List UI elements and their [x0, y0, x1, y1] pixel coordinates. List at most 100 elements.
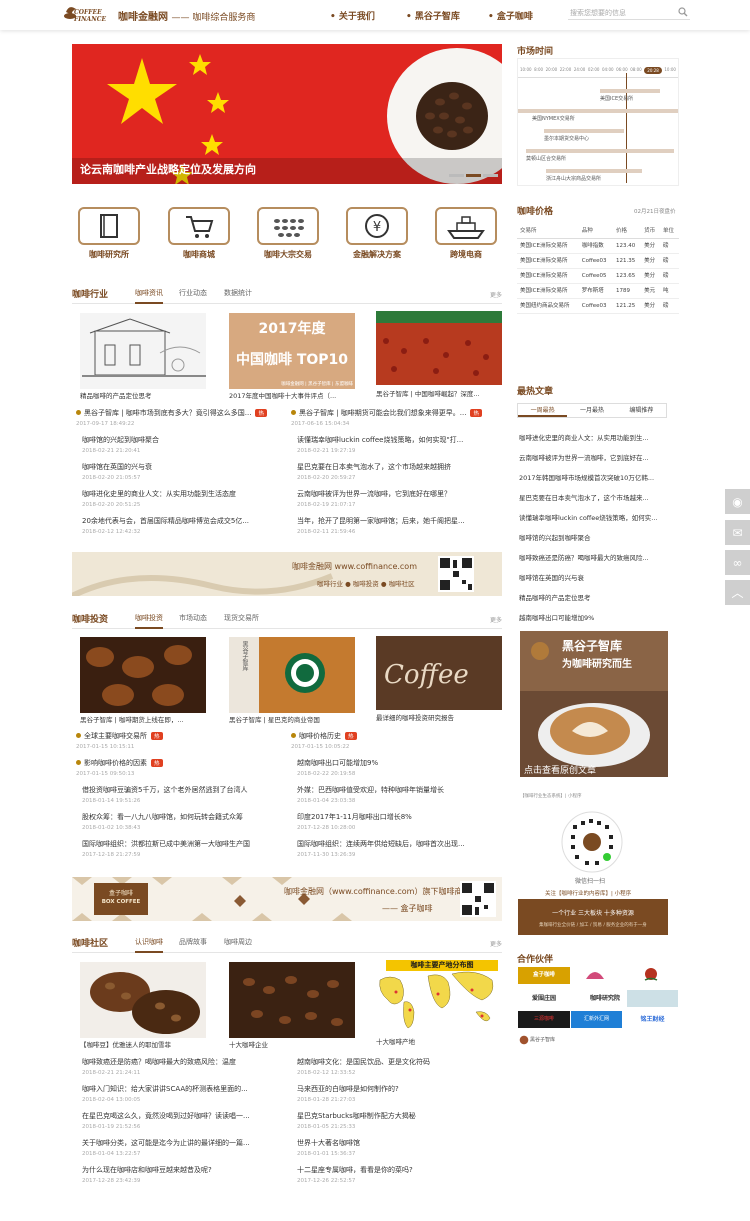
list-item[interactable]: 咖啡馆的兴起到咖啡聚合 2018-02-21 21:20:41: [82, 435, 282, 454]
tab-spot-exchange[interactable]: 现货交易所: [224, 613, 259, 623]
list-item[interactable]: 外媒：巴西咖啡值受欢迎，特种咖啡年销量增长 2018-01-04 23:03:38: [297, 785, 497, 804]
hot-article-link[interactable]: 星巴克要在日本卖气泡水了，这个市场越来...: [519, 492, 667, 502]
article-caption[interactable]: 十大咖啡产地: [376, 1036, 506, 1046]
miniprogram-banner[interactable]: 一个行业 三大板块 十多种资源 集咖啡行业全价链 / 加工 / 贸易 / 服务企…: [518, 899, 668, 935]
list-item[interactable]: 印度2017年1-11月咖啡出口增长8% 2017-12-28 10:28:00: [297, 812, 497, 831]
list-item[interactable]: 全球主要咖啡交易所热 2017-01-15 10:15:11: [76, 731, 276, 750]
list-item[interactable]: 股权众筹：看一八九八咖啡馆，如何玩转会籍式众筹 2018-01-02 10:38:…: [82, 812, 282, 831]
hot-article-link[interactable]: 精品咖啡的产品定位思考: [519, 592, 667, 602]
partner-logo[interactable]: [627, 990, 678, 1007]
list-item[interactable]: 黑谷子智库 | 咖啡市场到底有多大？竟引得这么多国... 热 2017-09-17 …: [76, 408, 276, 427]
list-item[interactable]: 国际咖啡组织：洪都拉斯已成中美洲第一大咖啡生产国 2017-12-18 21:27…: [82, 839, 282, 858]
partner-logo[interactable]: 三源咖啡: [518, 1011, 570, 1028]
tab-market-trends[interactable]: 市场动态: [179, 613, 207, 623]
partner-logo[interactable]: [641, 966, 661, 986]
hot-article-link[interactable]: 2017年韩国咖啡市场规模首次突破10万亿韩...: [519, 472, 667, 482]
tab-coffee-news[interactable]: 咖啡资讯: [135, 288, 163, 304]
carousel-dot[interactable]: [483, 174, 498, 177]
banner-carousel[interactable]: 论云南咖啡产业战略定位及发展方向: [72, 44, 502, 184]
tab-coffee-merch[interactable]: 咖啡周边: [224, 937, 252, 947]
list-item[interactable]: 云南咖啡被评为世界一流咖啡，它到底好在哪里？ 2018-02-19 21:07:1…: [297, 489, 497, 508]
article-image[interactable]: [80, 313, 206, 389]
list-item[interactable]: 读懂瑞幸咖啡luckin coffee烧钱策略，如何实现"打... 2018-02…: [297, 435, 497, 454]
hot-article-link[interactable]: 咖啡馆的兴起到咖啡聚合: [519, 532, 667, 542]
partner-logo[interactable]: 盒子咖啡: [518, 967, 570, 984]
list-item[interactable]: 星巴克Starbucks咖啡制作配方大揭秘 2018-01-05 21:25:33: [297, 1111, 497, 1130]
article-image[interactable]: Coffee: [376, 636, 502, 710]
search-icon[interactable]: [678, 7, 688, 17]
list-item[interactable]: 咖啡入门知识：给大家讲讲SCAA的杯测表格里面的... 2018-02-04 13…: [82, 1084, 282, 1103]
search-input[interactable]: 搜索您想要的信息: [568, 4, 690, 20]
article-image[interactable]: [80, 637, 206, 713]
tab-month-hot[interactable]: 一月最热: [567, 404, 616, 417]
nav-box-coffee[interactable]: • 盒子咖啡: [488, 9, 533, 22]
article-image[interactable]: [376, 311, 502, 385]
list-item[interactable]: 国际咖啡组织：连续两年供给短缺后，咖啡首次出现... 2017-11-30 13:…: [297, 839, 497, 858]
category-finance[interactable]: ¥ 金融解决方案: [344, 207, 410, 260]
carousel-indicators[interactable]: [449, 174, 498, 177]
article-caption[interactable]: 黑谷子智库 | 星巴克的商业帝国: [229, 714, 359, 724]
coffee-finance-logo[interactable]: COFFEE FINANCE: [62, 2, 112, 26]
tab-week-hot[interactable]: 一周最热: [518, 404, 568, 417]
list-item[interactable]: 关于咖啡分类，这可能是迄今为止讲的最详细的一篇... 2018-01-04 13:…: [82, 1138, 282, 1157]
nav-about[interactable]: • 关于我们: [330, 9, 375, 22]
article-image[interactable]: [229, 962, 355, 1038]
list-item[interactable]: 影响咖啡价格的因素热 2017-01-15 09:50:13: [76, 758, 276, 777]
category-mall[interactable]: 咖啡商城: [166, 207, 232, 260]
list-item[interactable]: 越南咖啡文化：是国民饮品、更是文化符码 2018-02-12 12:33:52: [297, 1057, 497, 1076]
tab-industry-trends[interactable]: 行业动态: [179, 288, 207, 298]
hot-article-link[interactable]: 咖啡进化史里的商业人文：从实用功能到生...: [519, 432, 667, 442]
article-caption[interactable]: 十大咖啡企业: [229, 1039, 359, 1049]
back-to-top-button[interactable]: ︿: [725, 580, 750, 605]
hot-article-link[interactable]: 咖啡致癌还是防癌？喝咖啡最大的致癌风险...: [519, 552, 667, 562]
hot-article-link[interactable]: 云南咖啡被评为世界一流咖啡，它到底好在...: [519, 452, 667, 462]
weibo-share-button[interactable]: ◉: [725, 489, 750, 514]
partner-logo[interactable]: 铭王财经: [627, 1011, 678, 1028]
partner-logo[interactable]: 咖啡研究院: [576, 990, 634, 1007]
tab-investment[interactable]: 咖啡投资: [135, 613, 163, 629]
tab-brand-stories[interactable]: 品牌故事: [179, 937, 207, 947]
list-item[interactable]: 咖啡价格历史热 2017-01-15 10:05:22: [291, 731, 491, 750]
article-image[interactable]: 咖啡主要产地分布图: [376, 960, 502, 1034]
category-research[interactable]: 咖啡研究所: [76, 207, 142, 260]
promo-banner[interactable]: 黑谷子智库 为咖啡研究而生 点击查看原创文章: [520, 631, 668, 777]
list-item[interactable]: 当年，抢开了昆明第一家咖啡馆；后来，她千阁把星... 2018-02-11 21:…: [297, 516, 497, 535]
more-link[interactable]: 更多: [490, 615, 502, 624]
tab-statistics[interactable]: 数据统计: [224, 288, 252, 298]
partner-logo[interactable]: 爱围庄园: [518, 990, 570, 1007]
banner-title[interactable]: 论云南咖啡产业战略定位及发展方向: [80, 161, 256, 177]
ad-banner-coffinance[interactable]: 咖啡金融网 www.coffinance.com 咖啡行业 ● 咖啡投资 ● 咖…: [72, 552, 502, 596]
more-link[interactable]: 更多: [490, 939, 502, 948]
carousel-dot-active[interactable]: [466, 174, 481, 177]
article-image[interactable]: 2017年度 中国咖啡 TOP10 咖啡金融网 | 黑谷子智库 | 东盟咖啡: [229, 313, 355, 389]
list-item[interactable]: 越南咖啡出口可能增加9% 2018-02-22 20:19:58: [297, 758, 497, 777]
list-item[interactable]: 星巴克要在日本卖气泡水了，这个市场越来越拥挤 2018-02-20 20:59:2…: [297, 462, 497, 481]
list-item[interactable]: 十二星座专属咖啡，看看是你的菜吗? 2017-12-26 22:52:57: [297, 1165, 497, 1184]
list-item[interactable]: 马来西亚的白咖啡是如何制作的? 2018-01-28 21:27:03: [297, 1084, 497, 1103]
category-trading[interactable]: 咖啡大宗交易: [255, 207, 321, 260]
article-caption[interactable]: 黑谷子智库 | 咖啡期货上线在即，...: [80, 714, 210, 724]
list-item[interactable]: 20余地代表与会，首届国际精品咖啡博览会成交5亿... 2018-02-12 12…: [82, 516, 282, 535]
partner-logo[interactable]: 黑谷子智库: [518, 1033, 570, 1047]
list-item[interactable]: 咖啡致癌还是防癌？喝咖啡最大的致癌风险：温度 2018-02-21 21:24:1…: [82, 1057, 282, 1076]
article-caption[interactable]: 【咖啡豆】优雅迷人的耶加雪菲: [80, 1039, 210, 1049]
tab-know-coffee[interactable]: 认识咖啡: [135, 937, 163, 953]
article-caption[interactable]: 2017年度中国咖啡十大事件评点（...: [229, 390, 359, 400]
wechat-share-button[interactable]: ✉: [725, 520, 750, 545]
list-item[interactable]: 借投资咖啡豆骗资5千万，这个老外居然逃到了台湾人 2018-01-14 19:51…: [82, 785, 282, 804]
carousel-dot[interactable]: [449, 174, 464, 177]
category-ecommerce[interactable]: 跨境电商: [433, 207, 499, 260]
hot-article-link[interactable]: 读懂瑞幸咖啡luckin coffee烧钱策略，如何实...: [519, 512, 667, 522]
article-caption[interactable]: 精品咖啡的产品定位思考: [80, 390, 210, 400]
more-link[interactable]: 更多: [490, 290, 502, 299]
partner-logo[interactable]: 汇新外汇网: [571, 1011, 622, 1028]
list-item[interactable]: 为什么现在咖啡店和咖啡豆越来越昔及呢? 2017-12-28 23:42:39: [82, 1165, 282, 1184]
ad-banner-box-coffee[interactable]: 盒子咖啡 BOX COFFEE 咖啡金融网（www.coffinance.com）…: [72, 877, 502, 921]
partner-logo[interactable]: [582, 967, 608, 984]
list-item[interactable]: 世界十大著名咖啡馆 2018-01-01 15:36:37: [297, 1138, 497, 1157]
link-share-button[interactable]: ∞: [725, 550, 750, 575]
list-item[interactable]: 咖啡进化史里的商业人文：从实用功能到生活态度 2018-02-20 20:51:2…: [82, 489, 282, 508]
promo-cta[interactable]: 点击查看原创文章: [524, 763, 596, 776]
article-caption[interactable]: 黑谷子智库 | 中国咖啡崛起？深度...: [376, 388, 506, 398]
nav-think-tank[interactable]: • 黑谷子智库: [406, 9, 460, 22]
